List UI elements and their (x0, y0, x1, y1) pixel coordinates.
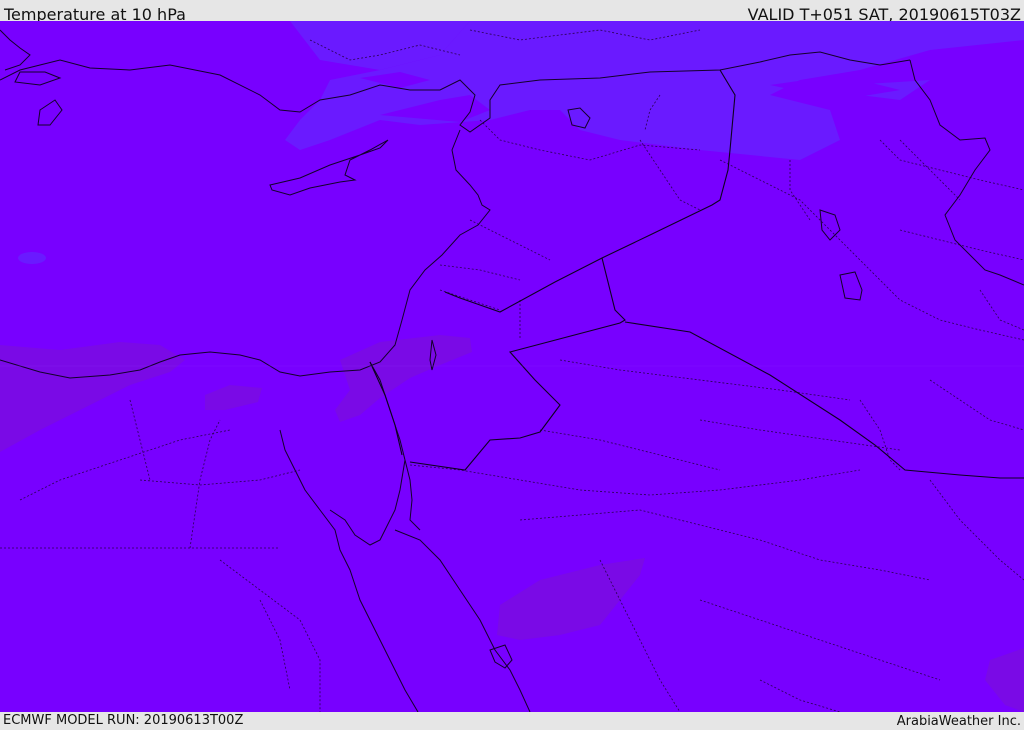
model-run: ECMWF MODEL RUN: 20190613T00Z (3, 713, 244, 728)
map-canvas (0, 21, 1024, 712)
footer-bar: ECMWF MODEL RUN: 20190613T00Z ArabiaWeat… (0, 712, 1024, 729)
header-bar: Temperature at 10 hPa VALID T+051 SAT, 2… (0, 0, 1024, 24)
temperature-map[interactable] (0, 21, 1024, 712)
credit: ArabiaWeather Inc. (896, 714, 1021, 729)
